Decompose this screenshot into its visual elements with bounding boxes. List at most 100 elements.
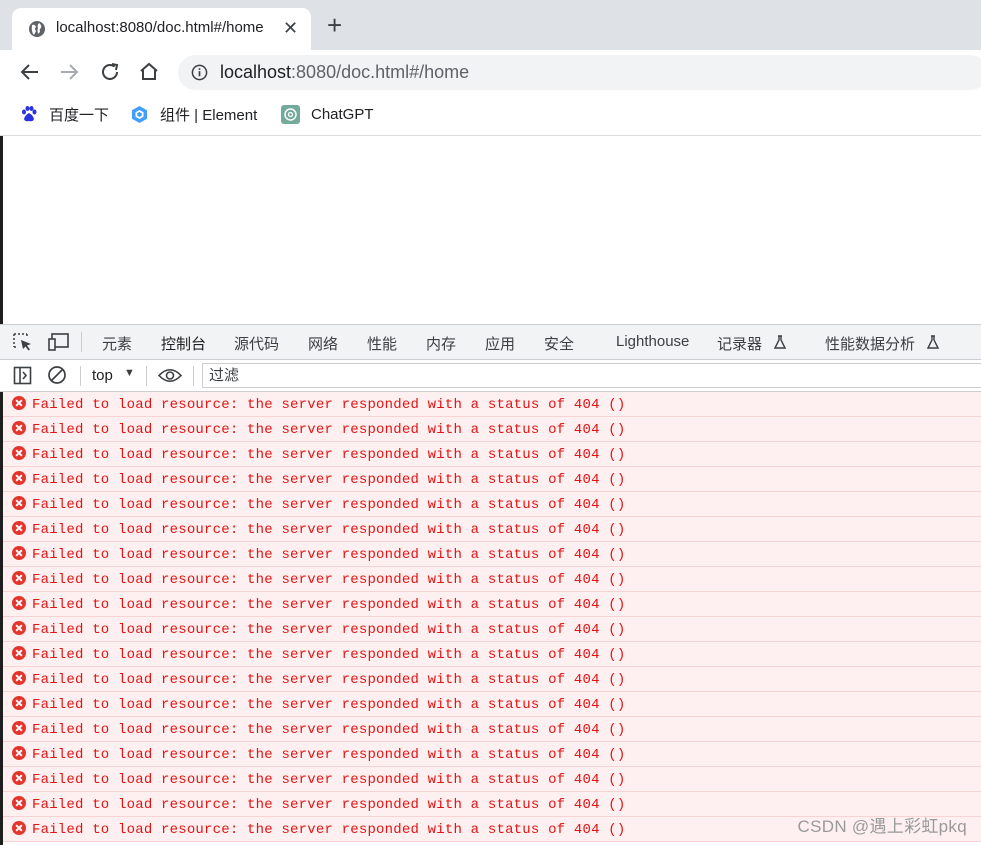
address-path: :8080/doc.html#/home xyxy=(291,62,470,82)
error-icon xyxy=(12,396,26,410)
device-toolbar-icon[interactable] xyxy=(48,333,69,351)
error-icon xyxy=(12,746,26,760)
error-icon xyxy=(12,446,26,460)
address-host: localhost xyxy=(220,62,292,82)
console-error-row[interactable]: Failed to load resource: the server resp… xyxy=(3,692,981,717)
error-icon xyxy=(12,496,26,510)
back-arrow-icon[interactable] xyxy=(18,60,42,84)
tab-recorder-label: 记录器 xyxy=(717,336,763,353)
console-error-row[interactable]: Failed to load resource: the server resp… xyxy=(3,542,981,567)
console-error-row[interactable]: Failed to load resource: the server resp… xyxy=(3,717,981,742)
error-message: Failed to load resource: the server resp… xyxy=(32,597,626,613)
openai-icon xyxy=(281,104,300,124)
watermark: CSDN @遇上彩虹pkq xyxy=(797,817,967,836)
tab-lighthouse[interactable]: Lighthouse xyxy=(616,333,689,350)
error-icon xyxy=(12,771,26,785)
globe-icon xyxy=(29,21,45,37)
console-error-row[interactable]: Failed to load resource: the server resp… xyxy=(3,642,981,667)
filter-input[interactable] xyxy=(203,364,981,387)
baidu-paw-icon xyxy=(22,106,37,122)
tab-performance[interactable]: 性能 xyxy=(367,333,397,354)
context-selector[interactable]: top xyxy=(92,367,113,384)
console-error-row[interactable]: Failed to load resource: the server resp… xyxy=(3,517,981,542)
tab-memory[interactable]: 内存 xyxy=(426,333,456,354)
home-icon[interactable] xyxy=(137,60,161,84)
inspect-element-icon[interactable] xyxy=(13,333,33,351)
error-icon xyxy=(12,421,26,435)
error-message: Failed to load resource: the server resp… xyxy=(32,647,626,663)
bookmark-element[interactable]: 组件 | Element xyxy=(130,103,257,125)
error-icon xyxy=(12,721,26,735)
divider xyxy=(193,366,194,386)
divider xyxy=(80,366,81,386)
console-error-row[interactable]: Failed to load resource: the server resp… xyxy=(3,592,981,617)
chevron-down-icon[interactable]: ▼ xyxy=(124,367,135,379)
devtools-tabbar: 元素 控制台 源代码 网络 性能 内存 应用 安全 Lighthouse 记录器… xyxy=(0,324,981,362)
error-message: Failed to load resource: the server resp… xyxy=(32,447,626,463)
forward-arrow-icon[interactable] xyxy=(57,60,81,84)
tab-performance-insights[interactable]: 性能数据分析 xyxy=(825,333,940,354)
tab-network[interactable]: 网络 xyxy=(308,333,338,354)
console-error-row[interactable]: Failed to load resource: the server resp… xyxy=(3,567,981,592)
tab-application[interactable]: 应用 xyxy=(485,333,515,354)
error-message: Failed to load resource: the server resp… xyxy=(32,547,626,563)
console-error-row[interactable]: Failed to load resource: the server resp… xyxy=(3,442,981,467)
error-message: Failed to load resource: the server resp… xyxy=(32,472,626,488)
error-message: Failed to load resource: the server resp… xyxy=(32,422,626,438)
reload-icon[interactable] xyxy=(98,60,122,84)
sidebar-toggle-icon[interactable] xyxy=(13,366,32,385)
site-info-icon[interactable] xyxy=(191,64,208,81)
error-icon xyxy=(12,696,26,710)
error-icon xyxy=(12,646,26,660)
error-icon xyxy=(12,571,26,585)
error-icon xyxy=(12,521,26,535)
console-toolbar: top ▼ xyxy=(0,360,981,392)
live-expression-eye-icon[interactable] xyxy=(158,367,182,384)
console-error-row[interactable]: Failed to load resource: the server resp… xyxy=(3,392,981,417)
tab-elements[interactable]: 元素 xyxy=(102,333,132,354)
console-error-row[interactable]: Failed to load resource: the server resp… xyxy=(3,667,981,692)
error-message: Failed to load resource: the server resp… xyxy=(32,772,626,788)
browser-tab[interactable]: localhost:8080/doc.html#/home ✕ xyxy=(12,8,311,50)
bookmarks-bar: 百度一下 组件 | Element ChatGPT xyxy=(0,94,981,136)
tab-close-icon[interactable]: ✕ xyxy=(283,17,298,39)
error-message: Failed to load resource: the server resp… xyxy=(32,697,626,713)
console-error-row[interactable]: Failed to load resource: the server resp… xyxy=(3,742,981,767)
address-bar[interactable]: localhost:8080/doc.html#/home xyxy=(178,55,981,90)
tab-sources[interactable]: 源代码 xyxy=(234,333,279,354)
console-error-row[interactable]: Failed to load resource: the server resp… xyxy=(3,767,981,792)
error-icon xyxy=(12,471,26,485)
error-message: Failed to load resource: the server resp… xyxy=(32,622,626,638)
console-error-row[interactable]: Failed to load resource: the server resp… xyxy=(3,417,981,442)
tab-strip: localhost:8080/doc.html#/home ✕ + xyxy=(0,0,981,50)
bookmark-label: 组件 | Element xyxy=(160,106,258,124)
tab-console[interactable]: 控制台 xyxy=(146,333,221,362)
error-icon xyxy=(12,621,26,635)
console-messages: Failed to load resource: the server resp… xyxy=(3,392,981,845)
error-message: Failed to load resource: the server resp… xyxy=(32,397,626,413)
bookmark-chatgpt[interactable]: ChatGPT xyxy=(281,103,374,125)
clear-console-icon[interactable] xyxy=(47,365,67,385)
tab-security[interactable]: 安全 xyxy=(544,333,574,354)
error-message: Failed to load resource: the server resp… xyxy=(32,797,626,813)
error-message: Failed to load resource: the server resp… xyxy=(32,672,626,688)
console-error-row[interactable]: Failed to load resource: the server resp… xyxy=(3,492,981,517)
tab-recorder[interactable]: 记录器 xyxy=(717,333,787,354)
bookmark-baidu[interactable]: 百度一下 xyxy=(20,103,109,125)
console-error-row[interactable]: Failed to load resource: the server resp… xyxy=(3,467,981,492)
error-icon xyxy=(12,796,26,810)
bookmark-label: 百度一下 xyxy=(49,106,110,124)
error-message: Failed to load resource: the server resp… xyxy=(32,572,626,588)
error-icon xyxy=(12,546,26,560)
tab-performance-insights-label: 性能数据分析 xyxy=(825,336,916,353)
error-icon xyxy=(12,821,26,835)
address-url: localhost:8080/doc.html#/home xyxy=(220,62,469,83)
new-tab-button[interactable]: + xyxy=(327,12,342,38)
error-message: Failed to load resource: the server resp… xyxy=(32,722,626,738)
error-icon xyxy=(12,671,26,685)
experiment-flask-icon xyxy=(927,335,940,349)
error-message: Failed to load resource: the server resp… xyxy=(32,497,626,513)
console-error-row[interactable]: Failed to load resource: the server resp… xyxy=(3,617,981,642)
browser-toolbar: localhost:8080/doc.html#/home xyxy=(0,50,981,94)
error-message: Failed to load resource: the server resp… xyxy=(32,747,626,763)
